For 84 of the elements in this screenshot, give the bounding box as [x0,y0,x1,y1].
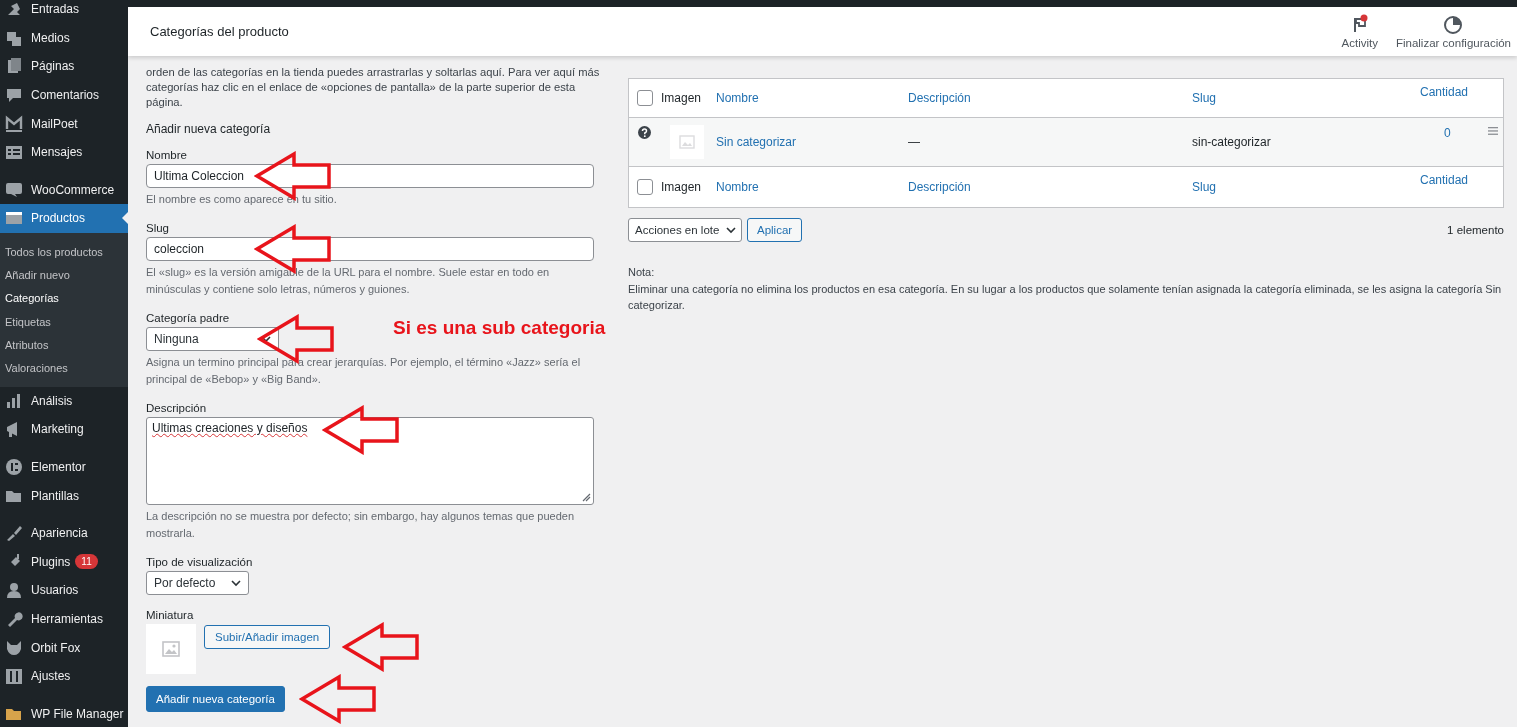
bar-chart-icon [5,391,23,410]
checkbox[interactable] [637,179,653,195]
annotation-text: Si es una sub categoria [393,316,606,339]
menu-item[interactable]: Análisis [0,386,128,416]
page-title: Categorías del producto [150,24,289,39]
submenu-item[interactable]: Atributos [0,333,128,358]
column-header: Imagen [661,91,703,105]
header-action[interactable]: Finalizar configuración [1395,14,1511,49]
menu-item[interactable]: Orbit Fox [0,633,128,662]
brush-icon [5,524,23,543]
dropdown[interactable]: Por defecto [146,570,249,595]
menu-item[interactable]: Entradas [0,0,128,24]
submenu-item[interactable]: Añadir nuevo [0,264,128,288]
text-area[interactable]: Ultimas creaciones y diseños [146,416,594,505]
progress-icon [1442,14,1465,34]
submit-button[interactable]: Añadir nueva categoría [146,685,285,712]
image-icon [678,133,696,151]
menu-item[interactable]: Ajustes [0,661,128,691]
menu-item[interactable]: Páginas [0,52,128,81]
field-label: Categoría padre [146,311,231,324]
menu-item[interactable]: Medios [0,23,128,53]
image-icon [161,638,181,659]
column-header-link[interactable]: Descripción [908,91,1192,105]
comment-icon [5,86,23,105]
field-label: Miniatura [146,608,195,621]
dropdown[interactable]: Ninguna [146,326,279,351]
submenu-item[interactable]: Valoraciones [0,357,128,381]
speech-bubble-icon [5,180,23,199]
column-header-link[interactable]: Nombre [716,180,908,194]
menu-item[interactable]: Plantillas [0,481,128,510]
count-badge: 11 [75,554,98,570]
header-action[interactable]: Activity [1341,14,1378,49]
column-header-link[interactable]: Slug [1192,91,1412,105]
count-link[interactable]: 0 [1412,118,1481,140]
submenu-item[interactable]: Categorías [0,287,128,311]
column-header-link[interactable]: Cantidad [1412,79,1481,99]
animal-head-icon [5,638,23,657]
list-icon [5,143,23,162]
menu-item[interactable]: Herramientas [0,604,128,634]
apply-button[interactable]: Aplicar [747,218,803,242]
menu-item[interactable]: Marketing [0,415,128,444]
menu-item[interactable]: WooCommerce [0,175,128,205]
column-header-link[interactable]: Slug [1192,180,1412,194]
sliders-icon [5,667,23,686]
column-header: Imagen [661,180,703,194]
field-label: Slug [146,221,171,234]
column-header-link[interactable]: Cantidad [1412,167,1481,187]
drag-handle-icon [1488,127,1498,135]
field-label: Descripción [146,401,208,414]
mail-icon [5,114,23,133]
table-cell-text: — [908,135,921,149]
menu-item[interactable]: WP File Manager [0,699,128,727]
field-label: Nombre [146,148,188,161]
resize-grip-icon [582,492,591,502]
caret-icon [725,224,737,236]
checkbox[interactable] [637,90,653,106]
field-label: Tipo de visualización [146,555,254,568]
user-icon [5,581,23,600]
disc-icon [5,458,23,476]
table-cell-text: sin-categorizar [1192,135,1272,149]
submenu-item[interactable]: Etiquetas [0,310,128,334]
input-field[interactable]: Ultima Coleccion [146,163,594,188]
submenu-item[interactable]: Todos los productos [0,240,128,265]
section-heading: Añadir nueva categoría [146,121,272,136]
menu-item[interactable]: Productos [0,204,128,233]
menu-item[interactable]: Comentarios [0,80,128,110]
page-icon [5,57,23,76]
input-field[interactable]: coleccion [146,236,594,261]
column-header-link[interactable]: Nombre [716,91,908,105]
menu-item[interactable]: Elementor [0,452,128,482]
menu-item[interactable]: Plugins 11 [0,547,128,577]
bulk-actions-dropdown[interactable]: Acciones en lote [628,218,742,242]
note-text: Eliminar una categoría no elimina los productos en esa categoría. En su lugar a los productos que solamente tenían asignada la categoría eliminada, se les asigna la categoría Sin categorizar. [628,282,1503,313]
upload-button[interactable]: Subir/Añadir imagen [204,624,331,649]
column-header-link[interactable]: Descripción [908,180,1192,194]
menu-item[interactable]: MailPoet [0,109,128,138]
menu-item[interactable]: Usuarios [0,576,128,605]
category-link[interactable]: Sin categorizar [716,135,908,149]
menu-item[interactable]: Apariencia [0,518,128,548]
note-title: Nota: [628,265,656,280]
intro-text: orden de las categorías en la tienda puedes arrastrarlas y soltarlas aquí. Para ver aquí más categorías haz clic en el enlace de «opciones de pantalla» de la parte superior de esta página. [146,65,601,111]
menu-item[interactable]: Mensajes [0,137,128,167]
help-text: La descripción no se muestra por defecto; sin embargo, hay algunos temas que pueden mostrarla. [146,508,576,541]
item-count: 1 elemento [1447,224,1504,236]
